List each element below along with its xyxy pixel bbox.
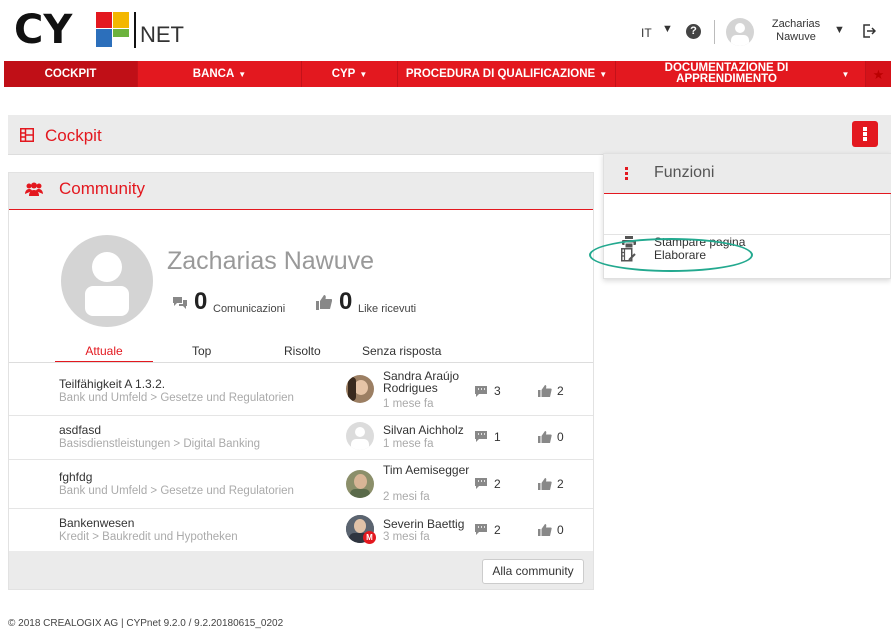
post-title[interactable]: asdfasd xyxy=(59,423,101,437)
funzioni-title: Funzioni xyxy=(654,164,715,181)
post-time: 1 mese fa xyxy=(383,398,434,410)
highlight-ellipse xyxy=(589,238,753,272)
users-icon xyxy=(25,182,43,196)
community-title: Community xyxy=(59,179,145,198)
nav-procedura-di-qualificazione[interactable]: PROCEDURA DI QUALIFICAZIONE ▼ xyxy=(398,61,616,87)
tabs-divider xyxy=(9,362,593,363)
main-nav: COCKPIT BANCA ▼ CYP ▼ PROCEDURA DI QUALIFI… xyxy=(4,61,891,87)
dashboard-icon xyxy=(20,128,34,142)
header-divider xyxy=(714,20,715,44)
post-time: 2 mesi fa xyxy=(383,491,430,503)
messages-label: Comunicazioni xyxy=(213,303,286,315)
menu-divider xyxy=(604,234,891,235)
page-footer: © 2018 CREALOGIX AG | CYPnet 9.2.0 / 9.2… xyxy=(8,618,284,629)
user-name[interactable]: Zacharias Nawuve xyxy=(766,18,826,44)
chevron-down-icon: ▼ xyxy=(238,69,247,79)
language-caret-icon[interactable]: ▼ xyxy=(662,23,673,35)
alla-community-button[interactable]: Alla community xyxy=(482,559,584,584)
post-time: 3 mesi fa xyxy=(383,531,430,543)
likes-label: Like ricevuti xyxy=(358,303,417,315)
likes-count: 0 xyxy=(557,430,564,444)
chevron-down-icon: ▼ xyxy=(599,69,608,79)
author-name[interactable]: Silvan Aichholz xyxy=(383,424,473,436)
nav-documentazione-di-apprendimento[interactable]: DOCUMENTAZIONE DI APPRENDIMENTO ▼ xyxy=(616,61,866,87)
post-title[interactable]: Teilfähigkeit A 1.3.2. xyxy=(59,377,165,391)
comments-icon xyxy=(173,297,187,309)
funzioni-header xyxy=(604,154,891,194)
nav-cockpit[interactable]: COCKPIT xyxy=(4,61,138,87)
author-name[interactable]: Tim Aemisegger xyxy=(383,464,473,476)
logo-p-mark xyxy=(96,12,129,47)
profile-avatar xyxy=(61,235,153,327)
user-menu-caret-icon[interactable]: ▼ xyxy=(834,24,845,36)
post-path: Bank und Umfeld > Gesetze und Regulatori… xyxy=(59,485,294,497)
author-avatar xyxy=(346,470,374,498)
author-avatar: M xyxy=(346,515,376,544)
thumbs-up-icon xyxy=(538,478,552,490)
page-title: Cockpit xyxy=(45,126,102,145)
funzioni-menu-button[interactable] xyxy=(852,121,878,147)
logout-icon[interactable] xyxy=(862,24,876,38)
likes-count: 2 xyxy=(557,477,564,491)
user-avatar[interactable] xyxy=(726,18,754,46)
likes-count: 0 xyxy=(339,288,353,315)
thumbs-up-icon xyxy=(538,431,552,443)
moderator-badge: M xyxy=(363,531,376,544)
language-selector[interactable]: IT xyxy=(641,26,652,40)
tab-risolto[interactable]: Risolto xyxy=(284,344,321,362)
tab-attuale[interactable]: Attuale xyxy=(55,344,153,363)
author-name[interactable]: Sandra Araújo Rodrigues xyxy=(383,370,473,394)
comments-icon xyxy=(475,431,487,442)
post-title[interactable]: Bankenwesen xyxy=(59,516,134,530)
likes-count: 0 xyxy=(557,523,564,537)
likes-count: 2 xyxy=(557,384,564,398)
thumbs-up-icon xyxy=(538,524,552,536)
post-title[interactable]: fghfdg xyxy=(59,470,92,484)
tab-top[interactable]: Top xyxy=(192,344,211,362)
post-time: 1 mese fa xyxy=(383,438,434,450)
chevron-down-icon: ▼ xyxy=(841,69,850,79)
author-avatar xyxy=(346,422,374,450)
page-header-bar xyxy=(8,115,891,155)
messages-count: 0 xyxy=(194,288,208,315)
comments-count: 2 xyxy=(494,523,501,537)
comments-count: 1 xyxy=(494,430,501,444)
tab-senza-risposta[interactable]: Senza risposta xyxy=(362,344,441,362)
comments-count: 3 xyxy=(494,384,501,398)
cypnet-logo[interactable]: CY NET xyxy=(14,8,184,52)
nav-banca[interactable]: BANCA ▼ xyxy=(138,61,302,87)
post-path: Basisdienstleistungen > Digital Banking xyxy=(59,438,261,450)
post-path: Bank und Umfeld > Gesetze und Regulatori… xyxy=(59,392,294,404)
comments-icon xyxy=(475,478,487,489)
kebab-icon xyxy=(625,167,629,181)
favorite-star-icon[interactable]: ★ xyxy=(866,61,891,87)
profile-name: Zacharias Nawuve xyxy=(167,247,375,275)
comments-icon xyxy=(475,386,487,397)
comments-icon xyxy=(475,524,487,535)
nav-cyp[interactable]: CYP ▼ xyxy=(302,61,398,87)
post-path: Kredit > Baukredit und Hypotheken xyxy=(59,531,238,543)
author-avatar xyxy=(346,375,374,403)
help-icon[interactable]: ? xyxy=(686,24,701,39)
author-name[interactable]: Severin Baettig xyxy=(383,518,473,530)
comments-count: 2 xyxy=(494,477,501,491)
chevron-down-icon: ▼ xyxy=(359,69,368,79)
thumbs-up-icon xyxy=(316,295,332,310)
thumbs-up-icon xyxy=(538,385,552,397)
